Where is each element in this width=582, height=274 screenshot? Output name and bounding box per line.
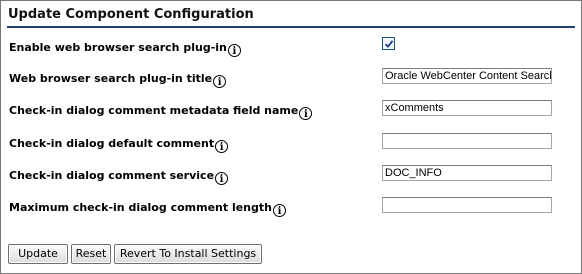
field-label: Maximum check-in dialog comment length i xyxy=(9,201,286,217)
update-component-configuration-panel: Update Component Configuration Enable we… xyxy=(0,0,582,274)
field-row-default-comment: Check-in dialog default comment i xyxy=(1,133,581,155)
search-plugin-title-input[interactable]: Oracle WebCenter Content Search xyxy=(382,68,552,84)
max-comment-length-input[interactable] xyxy=(382,197,552,213)
comment-service-input[interactable]: DOC_INFO xyxy=(382,165,552,181)
enable-search-plugin-checkbox[interactable] xyxy=(382,37,395,50)
info-icon[interactable]: i xyxy=(299,107,313,120)
field-label: Check-in dialog comment service i xyxy=(9,169,229,185)
field-row-enable-search-plugin: Enable web browser search plug-in i xyxy=(1,37,581,59)
title-divider xyxy=(7,26,575,28)
field-label: Check-in dialog comment metadata field n… xyxy=(9,104,313,120)
field-row-comment-service: Check-in dialog comment service i DOC_INF… xyxy=(1,165,581,187)
field-row-search-plugin-title: Web browser search plug-in title i Oracle… xyxy=(1,68,581,90)
checkmark-icon xyxy=(384,40,394,48)
field-row-max-comment-length: Maximum check-in dialog comment length i xyxy=(1,197,581,219)
revert-to-install-settings-button[interactable]: Revert To Install Settings xyxy=(114,244,262,264)
info-icon[interactable]: i xyxy=(272,204,286,217)
update-button[interactable]: Update xyxy=(8,244,68,264)
info-icon[interactable]: i xyxy=(213,75,227,88)
field-label: Enable web browser search plug-in i xyxy=(9,41,241,57)
field-row-comment-metadata-field: Check-in dialog comment metadata field n… xyxy=(1,100,581,122)
reset-button[interactable]: Reset xyxy=(71,244,111,264)
info-icon[interactable]: i xyxy=(215,172,229,185)
comment-metadata-field-input[interactable]: xComments xyxy=(382,100,552,116)
field-label: Check-in dialog default comment i xyxy=(9,137,229,153)
default-comment-input[interactable] xyxy=(382,133,552,149)
info-icon[interactable]: i xyxy=(215,140,229,153)
page-title: Update Component Configuration xyxy=(8,7,254,22)
field-label: Web browser search plug-in title i xyxy=(9,72,227,88)
info-icon[interactable]: i xyxy=(227,44,241,57)
